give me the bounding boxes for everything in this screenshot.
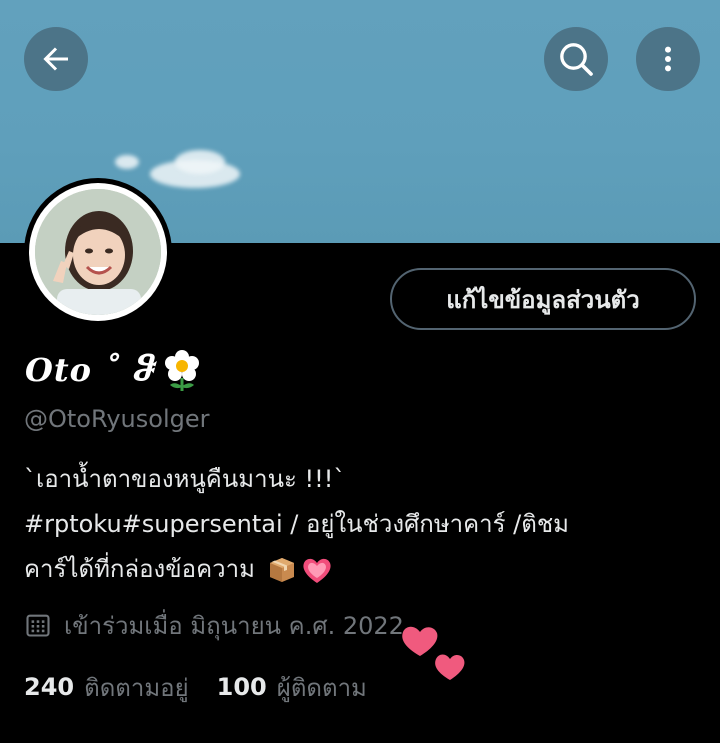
avatar-frame (29, 183, 167, 321)
more-vertical-icon (665, 46, 671, 72)
bio-line: `เอาน้ำตาของหนูคืนมานะ !!!` (24, 465, 346, 493)
edit-profile-button[interactable]: แก้ไขข้อมูลส่วนตัว (390, 268, 696, 330)
follow-stats: 240 ติดตามอยู่ 100 ผู้ติดตาม (24, 667, 367, 707)
display-name-text: Oto ˚ ჵ (25, 351, 156, 389)
display-name: Oto ˚ ჵ (25, 345, 202, 395)
search-icon (560, 43, 593, 76)
followers-link[interactable]: 100 ผู้ติดตาม (217, 668, 367, 707)
bio-line[interactable]: #rptoku#supersentai / อยู่ในช่วงศึกษาคาร… (24, 502, 704, 547)
back-button[interactable] (24, 27, 88, 91)
search-button[interactable] (544, 27, 608, 91)
user-handle: @OtoRyusolger (24, 405, 210, 433)
followers-count: 100 (216, 673, 267, 701)
pink-heart-emoji (303, 558, 331, 583)
white-flower-emoji (164, 350, 199, 391)
following-count: 240 (24, 673, 75, 701)
following-label: ติดตามอยู่ (84, 673, 189, 702)
bio-line-text: คาร์ได้ที่กล่องข้อความ (24, 555, 255, 583)
heart-sticker-icon (402, 626, 465, 680)
profile-bio: `เอาน้ำตาของหนูคืนมานะ !!!` #rptoku#supe… (24, 457, 704, 592)
avatar-portrait (35, 189, 161, 315)
banner-cloud (175, 150, 225, 174)
avatar[interactable] (24, 178, 172, 326)
joined-date-text: เข้าร่วมเมื่อ มิถุนายน ค.ศ. 2022 (64, 611, 404, 640)
joined-date: เข้าร่วมเมื่อ มิถุนายน ค.ศ. 2022 (24, 603, 404, 647)
banner-cloud (115, 155, 139, 169)
bio-line-with-emoji: คาร์ได้ที่กล่องข้อความ (24, 547, 704, 592)
following-link[interactable]: 240 ติดตามอยู่ (24, 668, 189, 707)
followers-label: ผู้ติดตาม (276, 673, 367, 702)
avatar-photo (35, 189, 161, 315)
arrow-left-icon (43, 47, 68, 71)
more-options-button[interactable] (636, 27, 700, 91)
calendar-icon (26, 614, 50, 637)
package-emoji (269, 557, 294, 582)
